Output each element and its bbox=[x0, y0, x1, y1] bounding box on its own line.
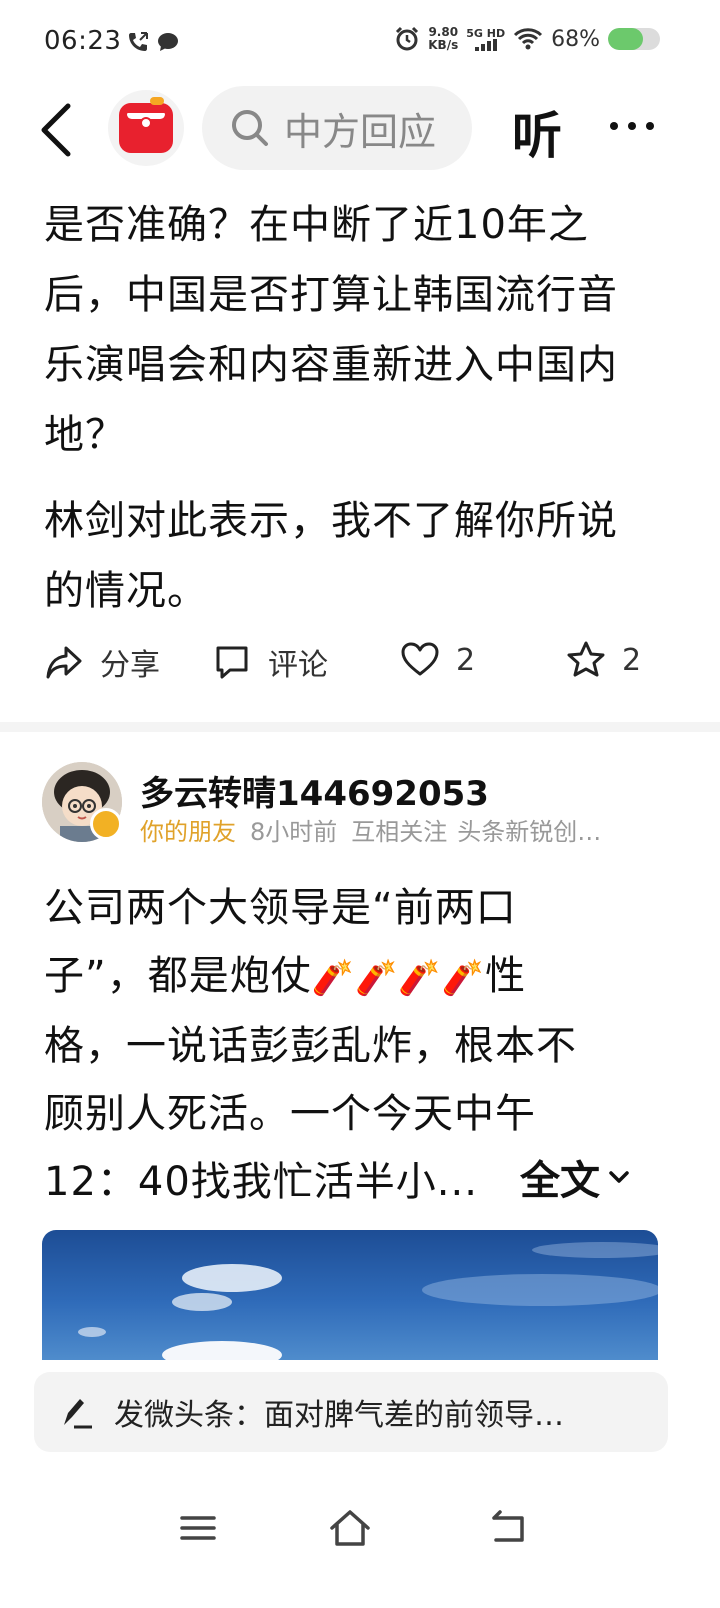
comment-button[interactable]: 评论 bbox=[212, 640, 328, 684]
article-paragraph: 是否准确？在中断了近10年之后，中国是否打算让韩国流行音乐演唱会和内容重新进入中… bbox=[44, 202, 618, 458]
author-name[interactable]: 多云转晴144692053 bbox=[140, 766, 489, 815]
like-button[interactable]: 2 bbox=[400, 640, 475, 680]
post-line: 子”，都是炮仗🧨🧨🧨🧨性 bbox=[44, 942, 644, 1012]
post-meta: 你的朋友 8小时前 互相关注 头条新锐创… bbox=[140, 812, 610, 847]
battery-percent: 68% bbox=[551, 26, 600, 52]
sky-clouds-image bbox=[78, 1242, 658, 1360]
home-icon bbox=[330, 1510, 370, 1546]
favorite-button[interactable]: 2 bbox=[566, 640, 641, 680]
post-time: 8小时前 bbox=[250, 818, 338, 846]
favorite-count: 2 bbox=[622, 642, 642, 678]
red-packet-icon bbox=[119, 97, 173, 153]
battery-icon bbox=[608, 28, 660, 50]
read-full-label: 全文 bbox=[520, 1158, 600, 1204]
friend-tag: 你的朋友 bbox=[140, 818, 236, 846]
net-speed: 9.80 KB/s bbox=[428, 26, 458, 52]
alarm-icon bbox=[396, 26, 419, 51]
back-arrow-icon bbox=[41, 103, 71, 157]
search-icon bbox=[232, 110, 268, 146]
call-forward-icon bbox=[129, 32, 148, 51]
status-time: 06:23 bbox=[44, 26, 122, 56]
more-dot bbox=[646, 122, 654, 130]
menu-button[interactable] bbox=[176, 1506, 220, 1550]
follow-status: 互相关注 bbox=[351, 818, 448, 846]
signal-icon bbox=[474, 38, 497, 51]
network-type: 5G HD bbox=[466, 26, 506, 40]
comment-label: 评论 bbox=[268, 648, 328, 683]
more-dot bbox=[628, 122, 636, 130]
post-line: 格，一说话彭彭乱炸，根本不 bbox=[44, 1023, 577, 1069]
top-nav: 中方回应 听 bbox=[0, 86, 720, 176]
return-icon bbox=[492, 1510, 524, 1542]
status-right: 9.80 KB/s 5G HD 68% bbox=[394, 26, 660, 52]
battery-fill bbox=[608, 28, 644, 50]
like-count: 2 bbox=[456, 642, 476, 678]
status-notification-icons bbox=[126, 30, 180, 54]
chevron-down-icon bbox=[609, 1171, 629, 1183]
wifi-icon bbox=[514, 28, 543, 50]
compose-text: 发微头条：面对脾气差的前领导… bbox=[114, 1398, 564, 1433]
post-line: 公司两个大领导是“前两口 bbox=[44, 885, 517, 931]
more-button[interactable] bbox=[610, 108, 664, 144]
listen-button[interactable]: 听 bbox=[512, 96, 562, 168]
back-nav-button[interactable] bbox=[486, 1506, 530, 1550]
verified-badge-icon bbox=[90, 808, 122, 840]
system-nav-bar bbox=[0, 1490, 720, 1570]
search-input[interactable]: 中方回应 bbox=[202, 86, 472, 170]
home-button[interactable] bbox=[328, 1506, 372, 1550]
article-action-bar: 分享 评论 2 2 bbox=[0, 640, 720, 700]
status-bar: 06:23 9.80 KB/s 5G HD 68% bbox=[0, 0, 720, 86]
share-label: 分享 bbox=[100, 648, 160, 683]
network-indicator: 5G HD bbox=[466, 28, 505, 51]
heart-icon bbox=[401, 642, 439, 676]
post-line-part: 性 bbox=[485, 953, 527, 999]
share-icon bbox=[46, 646, 82, 679]
post-image[interactable] bbox=[42, 1230, 658, 1360]
menu-icon bbox=[180, 1516, 216, 1540]
comment-icon bbox=[216, 646, 248, 679]
section-divider bbox=[0, 722, 720, 732]
star-icon bbox=[567, 641, 605, 677]
pen-icon bbox=[64, 1399, 92, 1429]
share-button[interactable]: 分享 bbox=[44, 640, 160, 684]
more-dot bbox=[610, 122, 618, 130]
compose-bar[interactable]: 发微头条：面对脾气差的前领导… bbox=[34, 1372, 668, 1452]
post-line-part: 子”，都是炮仗 bbox=[44, 953, 312, 999]
message-icon bbox=[158, 33, 178, 51]
read-full-button[interactable]: 全文 bbox=[520, 1148, 632, 1206]
app-logo[interactable] bbox=[108, 90, 184, 166]
article-paragraph: 林剑对此表示，我不了解你所说的情况。 bbox=[44, 498, 618, 614]
back-button[interactable] bbox=[34, 100, 78, 160]
author-badge-text: 头条新锐创… bbox=[457, 818, 602, 846]
search-text: 中方回应 bbox=[284, 109, 437, 154]
firecracker-emoji: 🧨🧨🧨🧨 bbox=[311, 958, 486, 998]
post-line: 顾别人死活。一个今天中午 bbox=[44, 1091, 536, 1137]
net-speed-unit: KB/s bbox=[428, 38, 459, 52]
